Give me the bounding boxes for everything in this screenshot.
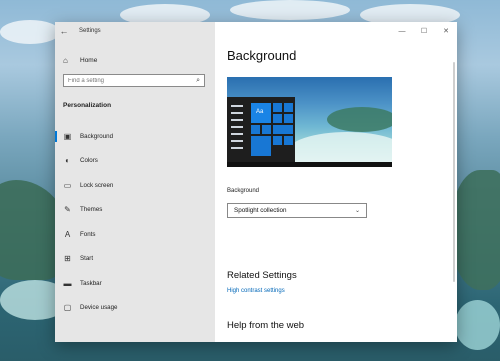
home-label: Home xyxy=(80,57,98,64)
sidebar-item-device-usage[interactable]: ▢ Device usage xyxy=(55,296,215,321)
related-settings-heading: Related Settings xyxy=(227,270,297,281)
sidebar-item-label: Fonts xyxy=(80,230,96,238)
back-arrow-icon[interactable]: ← xyxy=(55,22,73,40)
sidebar-item-label: Lock screen xyxy=(80,181,114,189)
sidebar-item-colors[interactable]: ◐ Colors xyxy=(55,149,215,174)
sidebar-item-label: Start xyxy=(80,255,94,263)
preview-taskbar xyxy=(227,162,392,167)
help-from-web-heading: Help from the web xyxy=(227,320,305,331)
settings-window: ⌂ Home ⌕ Personalization ▣ Background ◐ … xyxy=(55,22,457,342)
sidebar-item-label: Background xyxy=(80,132,114,140)
sidebar-item-taskbar[interactable]: ▬ Taskbar xyxy=(55,271,215,296)
preview-tile xyxy=(273,125,293,134)
page-title: Background xyxy=(227,48,297,63)
preview-list-line xyxy=(231,147,243,149)
preview-tile xyxy=(251,125,260,134)
start-icon: ⊞ xyxy=(64,254,71,264)
taskbar-icon: ▬ xyxy=(63,278,72,288)
preview-tile-text: Aa xyxy=(256,109,264,115)
search-input[interactable] xyxy=(64,75,193,86)
preview-tile xyxy=(273,114,282,123)
preview-list-line xyxy=(231,105,243,107)
desktop-cloud xyxy=(0,20,60,44)
desktop-island xyxy=(450,170,500,290)
picture-icon: ▣ xyxy=(63,131,72,141)
dropdown-value: Spotlight collection xyxy=(234,207,287,214)
preview-tile xyxy=(284,114,293,123)
sidebar-item-label: Themes xyxy=(80,206,103,214)
sidebar: ⌂ Home ⌕ Personalization ▣ Background ◐ … xyxy=(55,22,215,342)
preview-tile xyxy=(262,125,271,134)
preview-tile xyxy=(251,136,271,156)
search-box[interactable]: ⌕ xyxy=(63,74,205,87)
preview-tile xyxy=(273,136,282,145)
search-icon[interactable]: ⌕ xyxy=(192,77,204,85)
main-content: Background Aa Background Spotlight colle… xyxy=(227,22,451,342)
high-contrast-settings-link[interactable]: High contrast settings xyxy=(227,288,285,294)
palette-icon: ◐ xyxy=(65,156,70,166)
desktop-beach xyxy=(455,300,500,350)
sidebar-item-label: Device usage xyxy=(80,304,118,312)
preview-list-line xyxy=(231,112,243,114)
scrollbar[interactable] xyxy=(453,62,455,282)
sidebar-item-lock-screen[interactable]: ▭ Lock screen xyxy=(55,173,215,198)
preview-list-line xyxy=(231,119,243,121)
section-title: Personalization xyxy=(63,102,112,109)
preview-start-menu: Aa xyxy=(227,97,295,167)
active-indicator xyxy=(55,131,57,142)
background-field-label: Background xyxy=(227,188,260,194)
lock-screen-icon: ▭ xyxy=(63,180,72,190)
preview-list-line xyxy=(231,133,243,135)
background-dropdown[interactable]: Spotlight collection ⌄ xyxy=(227,203,367,218)
sidebar-item-start[interactable]: ⊞ Start xyxy=(55,247,215,272)
preview-tile xyxy=(284,103,293,112)
sidebar-item-label: Colors xyxy=(80,157,98,165)
background-preview: Aa xyxy=(227,77,392,167)
sidebar-nav: ▣ Background ◐ Colors ▭ Lock screen ✎ Th… xyxy=(55,124,215,320)
sidebar-item-fonts[interactable]: A Fonts xyxy=(55,222,215,247)
preview-list-line xyxy=(231,140,243,142)
chevron-down-icon: ⌄ xyxy=(354,208,360,214)
preview-tile xyxy=(284,136,293,145)
preview-tile xyxy=(273,103,282,112)
sidebar-item-themes[interactable]: ✎ Themes xyxy=(55,198,215,223)
preview-island xyxy=(327,107,392,132)
sidebar-item-label: Taskbar xyxy=(80,279,102,287)
desktop-cloud xyxy=(230,0,350,20)
window-title: Settings xyxy=(79,28,101,34)
preview-list-line xyxy=(231,126,243,128)
fonts-icon: A xyxy=(64,229,71,239)
preview-tile: Aa xyxy=(251,103,271,123)
sidebar-item-home[interactable]: ⌂ Home xyxy=(63,56,97,65)
home-icon: ⌂ xyxy=(63,56,68,65)
sidebar-item-background[interactable]: ▣ Background xyxy=(55,124,215,149)
device-icon: ▢ xyxy=(63,303,72,313)
brush-icon: ✎ xyxy=(64,205,71,215)
